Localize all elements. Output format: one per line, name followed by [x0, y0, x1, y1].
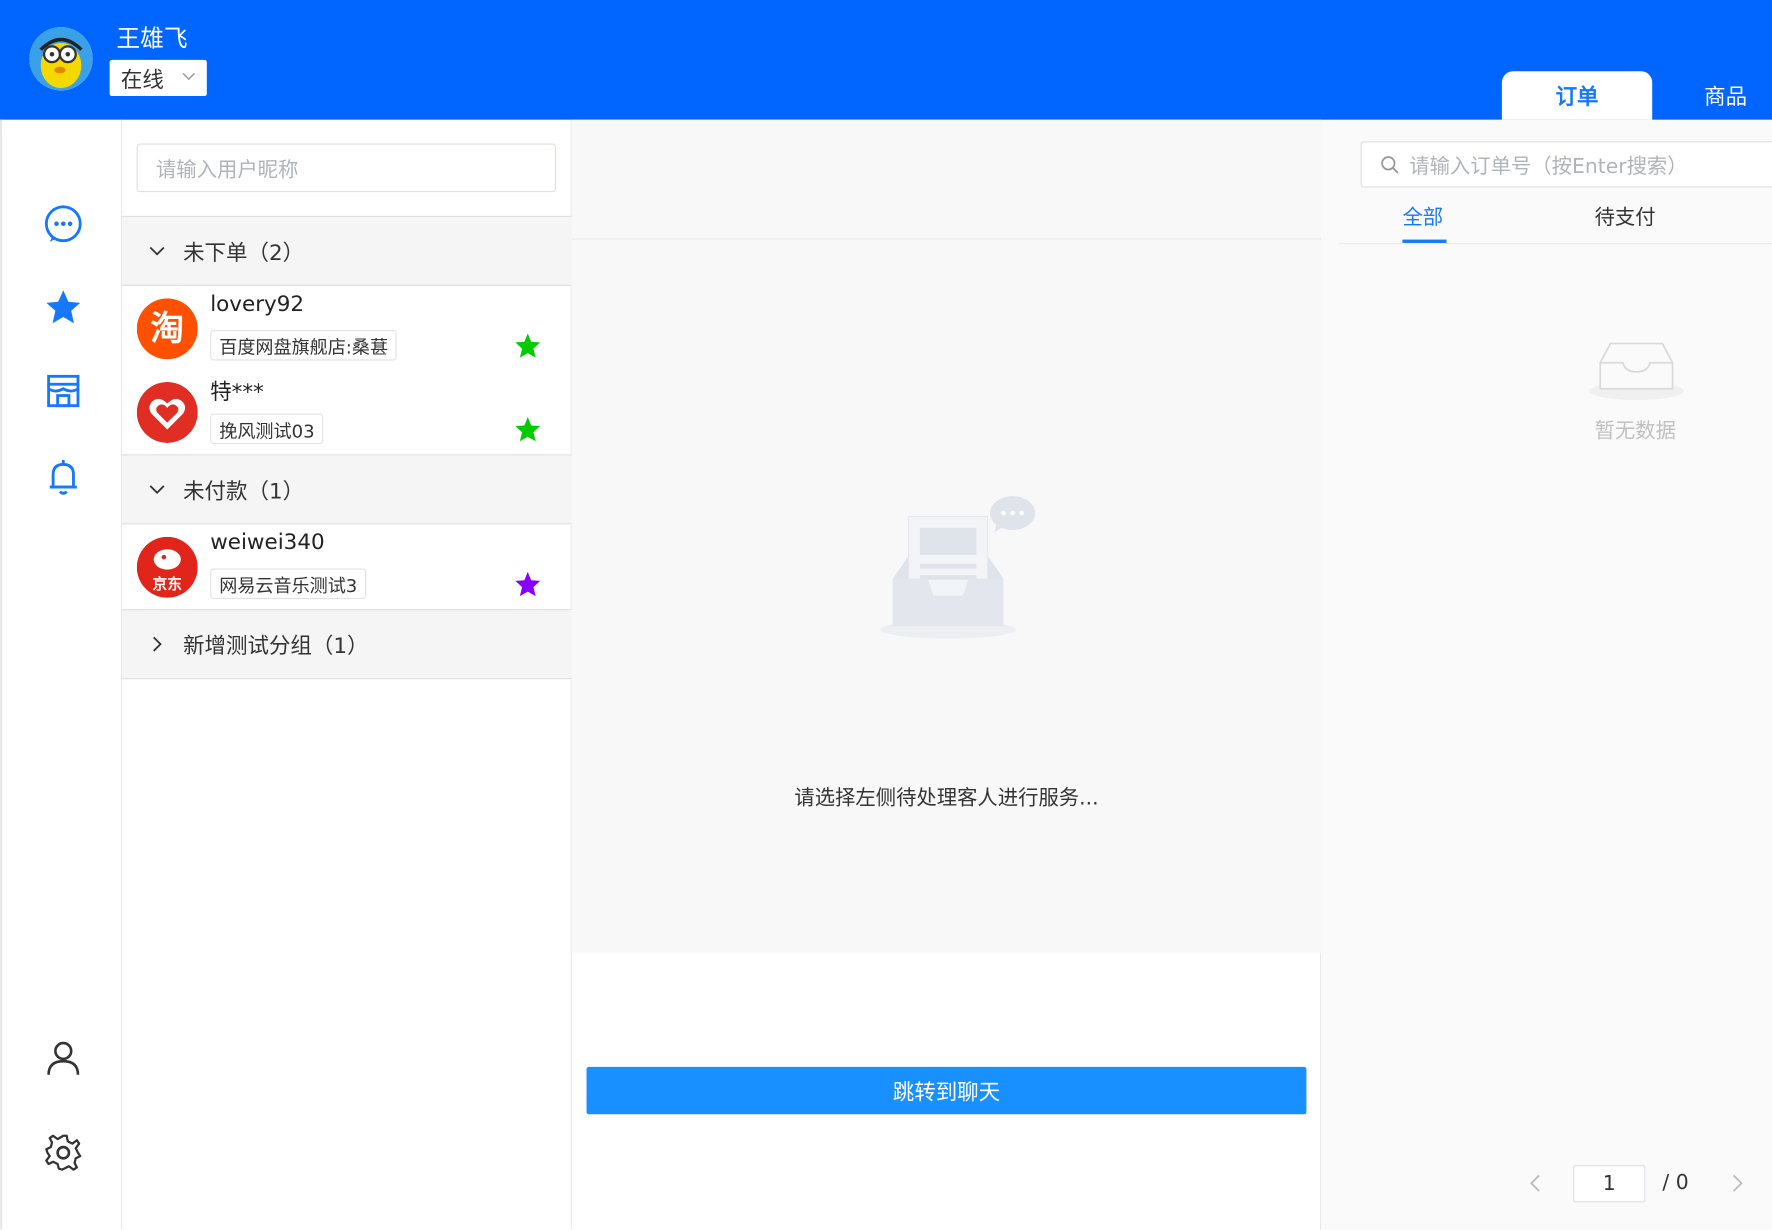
group-header-unpaid[interactable]: 未付款（1） — [122, 454, 572, 525]
chat-center-panel: 请选择左侧待处理客人进行服务... 跳转到聊天 — [571, 119, 1322, 1230]
chevron-left-icon[interactable] — [1527, 1173, 1545, 1193]
taobao-logo-icon: 淘 — [136, 298, 198, 360]
shop-tag: 网易云音乐测试3 — [210, 568, 367, 599]
chevron-right-icon[interactable] — [1728, 1173, 1746, 1193]
svg-text:淘: 淘 — [150, 309, 184, 348]
star-icon[interactable] — [514, 571, 541, 598]
tab-all-orders[interactable]: 全部 — [1402, 201, 1443, 230]
status-dropdown[interactable]: 在线 — [109, 59, 207, 97]
chevron-right-icon — [153, 636, 162, 652]
pinduoduo-logo-icon — [136, 381, 198, 443]
store-icon[interactable] — [43, 371, 84, 412]
orders-panel: 请输入订单号（按Enter搜索） 全部 待支付 暂无数据 1 / 0 — [1321, 119, 1772, 1230]
search-icon — [1381, 155, 1399, 173]
svg-text:京东: 京东 — [153, 575, 183, 593]
chat-header-area — [571, 119, 1322, 240]
jump-to-chat-button[interactable]: 跳转到聊天 — [586, 1066, 1307, 1115]
top-header: 王雄飞 在线 订单 商品 — [0, 0, 1772, 120]
tab-pending-payment[interactable]: 待支付 — [1595, 201, 1656, 230]
gear-icon[interactable] — [43, 1132, 84, 1173]
status-value: 在线 — [120, 67, 164, 93]
star-icon[interactable] — [514, 416, 541, 443]
chat-empty-area: 请选择左侧待处理客人进行服务... — [571, 239, 1322, 953]
page-total: / 0 — [1662, 1170, 1689, 1195]
group-title: 未下单（2） — [183, 240, 305, 266]
customer-nick: weiwei340 — [210, 530, 325, 555]
chevron-down-icon — [149, 485, 165, 495]
customer-item[interactable]: 淘 lovery92 百度网盘旗舰店:桑葚 — [122, 287, 572, 371]
tab-goods[interactable]: 商品 — [1673, 71, 1772, 120]
empty-box-icon — [1588, 342, 1684, 401]
user-icon[interactable] — [43, 1037, 84, 1078]
star-icon[interactable] — [43, 287, 84, 328]
group-title: 新增测试分组（1） — [183, 633, 369, 659]
chat-icon[interactable] — [43, 203, 84, 244]
empty-hint-text: 请选择左侧待处理客人进行服务... — [794, 786, 1099, 811]
chevron-down-icon — [149, 246, 165, 256]
user-search-input[interactable]: 请输入用户昵称 — [136, 143, 557, 193]
jd-logo-icon: 京东 — [136, 536, 198, 598]
customer-item[interactable]: 京东 weiwei340 网易云音乐测试3 — [122, 525, 572, 609]
left-nav — [0, 119, 123, 1230]
customer-list-panel: 请输入用户昵称 未下单（2） 淘 lovery92 百度网盘旗舰店:桑葚 特**… — [122, 119, 572, 1230]
empty-inbox-illustration — [880, 496, 1036, 639]
group-header-new-test[interactable]: 新增测试分组（1） — [122, 609, 572, 680]
page-number-input[interactable]: 1 — [1573, 1165, 1646, 1203]
order-search-placeholder: 请输入订单号（按Enter搜索） — [1409, 154, 1688, 178]
customer-nick: lovery92 — [210, 291, 305, 317]
customer-item[interactable]: 特*** 挽风测试03 — [122, 371, 572, 455]
group-title: 未付款（1） — [183, 478, 305, 504]
customer-nick: 特*** — [210, 379, 264, 405]
shop-tag: 百度网盘旗舰店:桑葚 — [210, 329, 398, 361]
bell-icon[interactable] — [43, 457, 84, 498]
no-data-text: 暂无数据 — [1594, 419, 1676, 443]
star-icon[interactable] — [514, 332, 541, 359]
user-avatar[interactable] — [29, 27, 93, 91]
tab-orders[interactable]: 订单 — [1501, 71, 1653, 120]
user-name: 王雄飞 — [116, 24, 188, 52]
shop-tag: 挽风测试03 — [210, 413, 324, 445]
order-search-input[interactable]: 请输入订单号（按Enter搜索） — [1360, 141, 1772, 188]
group-header-unordered[interactable]: 未下单（2） — [122, 215, 572, 286]
chevron-down-icon — [182, 72, 195, 81]
tab-divider — [1339, 242, 1772, 245]
